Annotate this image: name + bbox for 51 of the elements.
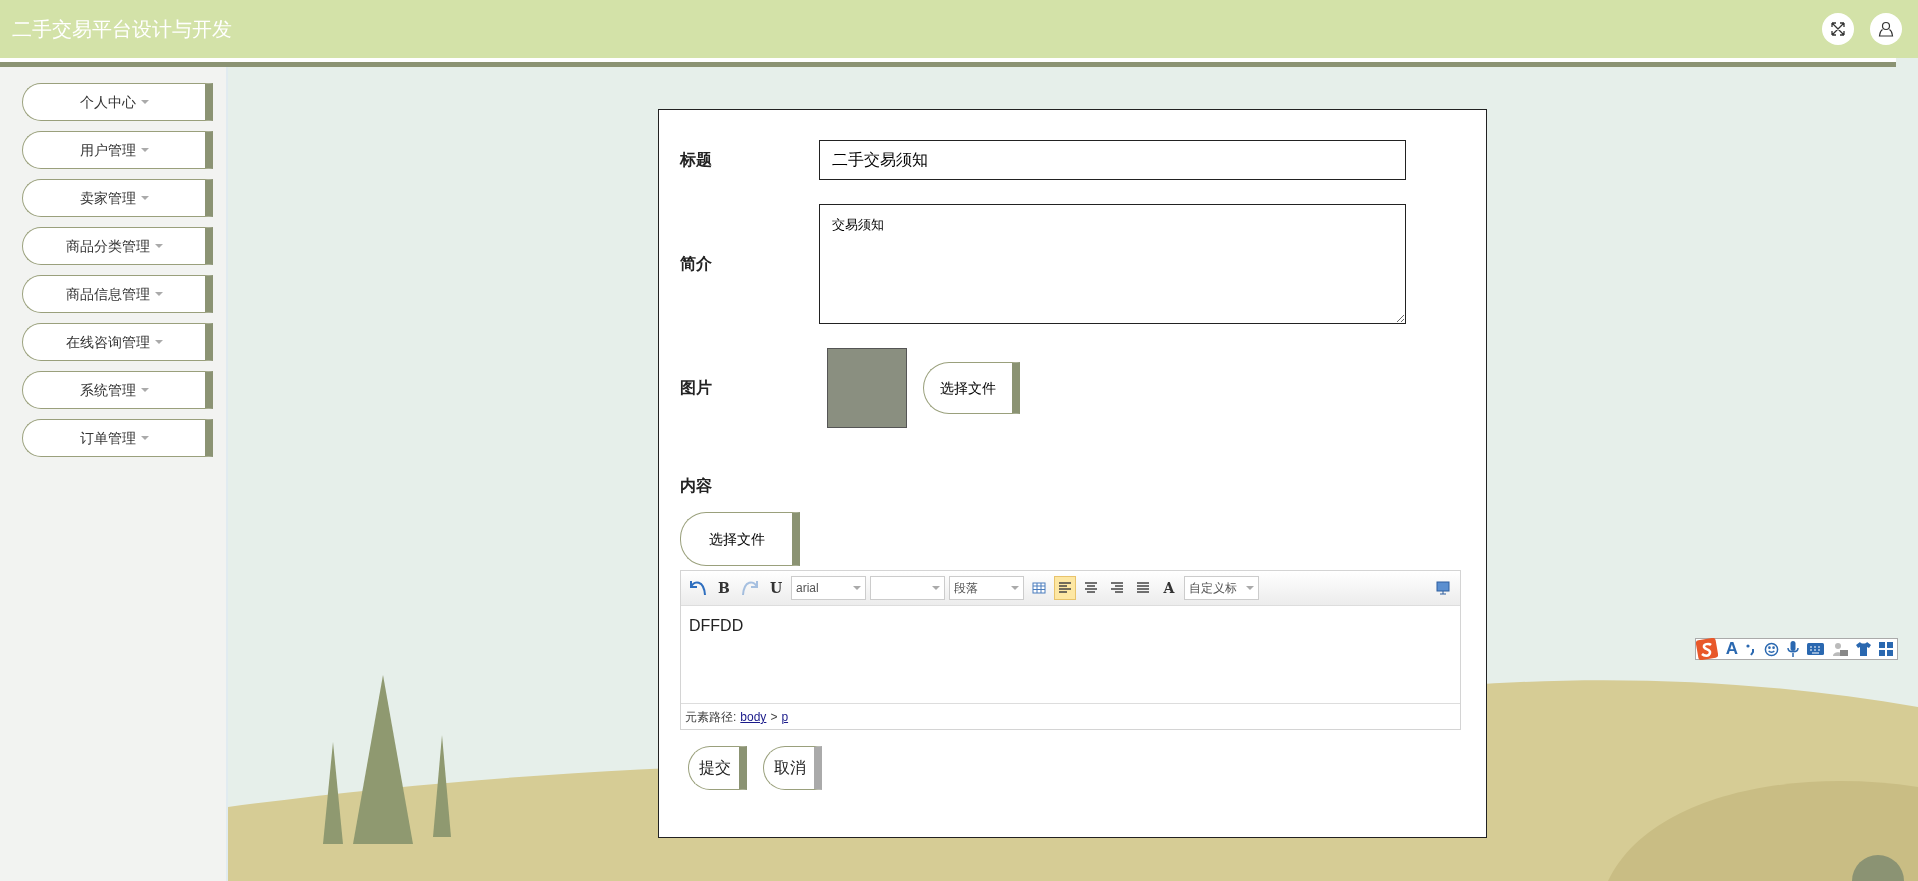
smiley-icon[interactable] xyxy=(1764,641,1779,657)
sidebar-menu-item[interactable]: 订单管理 xyxy=(22,419,213,457)
cancel-button[interactable]: 取消 xyxy=(763,746,822,790)
table-icon xyxy=(1031,580,1047,596)
sidebar-menu-item[interactable]: 系统管理 xyxy=(22,371,213,409)
user-button[interactable] xyxy=(1870,13,1902,45)
sidebar-menu-item[interactable]: 商品信息管理 xyxy=(22,275,213,313)
align-center-icon xyxy=(1083,580,1099,596)
punctuation-icon[interactable] xyxy=(1746,642,1756,656)
redo-icon xyxy=(742,580,758,596)
microphone-icon[interactable] xyxy=(1787,641,1799,657)
choose-file-button[interactable]: 选择文件 xyxy=(680,512,800,566)
field-label: 图片 xyxy=(680,378,713,398)
submit-button[interactable]: 提交 xyxy=(688,746,747,790)
user-icon[interactable] xyxy=(1832,641,1848,657)
path-separator: > xyxy=(770,709,778,725)
toolbar-button[interactable] xyxy=(1054,576,1076,600)
keyboard-icon[interactable] xyxy=(1807,643,1824,655)
toolbar-dropdown[interactable]: 段落 xyxy=(949,576,1024,600)
field-label: 标题 xyxy=(680,150,713,170)
field-label: 内容 xyxy=(680,476,713,496)
title-input[interactable]: 二手交易须知 xyxy=(819,140,1406,180)
monitor-icon xyxy=(1435,580,1451,596)
app-title: 二手交易平台设计与开发 xyxy=(11,17,232,42)
ime-font-glyph[interactable]: A xyxy=(1725,640,1738,658)
align-left-icon xyxy=(1057,580,1073,596)
grid-icon[interactable] xyxy=(1879,642,1893,656)
summary-textarea[interactable]: 交易须知 xyxy=(819,204,1406,324)
field-label: 简介 xyxy=(680,254,713,274)
sidebar-menu-item[interactable]: 个人中心 xyxy=(22,83,213,121)
toolbar-button[interactable]: U xyxy=(765,576,787,600)
justify-icon xyxy=(1135,580,1151,596)
toolbar-dropdown[interactable]: arial xyxy=(791,576,866,600)
element-path-link[interactable]: body xyxy=(740,708,767,725)
sidebar-menu-item[interactable]: 用户管理 xyxy=(22,131,213,169)
shirt-icon[interactable] xyxy=(1856,642,1871,656)
element-path-link[interactable]: p xyxy=(781,708,789,725)
choose-file-button[interactable]: 选择文件 xyxy=(923,362,1020,414)
fullscreen-button[interactable] xyxy=(1822,13,1854,45)
user-icon xyxy=(1878,21,1894,37)
element-path-label: 元素路径: xyxy=(685,709,737,725)
toolbar-dropdown[interactable]: 自定义标 xyxy=(1184,576,1259,600)
toolbar-button[interactable]: A xyxy=(1158,576,1180,600)
undo-icon xyxy=(690,580,706,596)
editor-content[interactable]: DFFDD xyxy=(681,606,1460,703)
fullscreen-icon xyxy=(1830,21,1846,37)
sidebar-menu-item[interactable]: 卖家管理 xyxy=(22,179,213,217)
toolbar-button[interactable]: B xyxy=(713,576,735,600)
align-right-icon xyxy=(1109,580,1125,596)
sidebar-menu-item[interactable]: 在线咨询管理 xyxy=(22,323,213,361)
sidebar-menu-item[interactable]: 商品分类管理 xyxy=(22,227,213,265)
